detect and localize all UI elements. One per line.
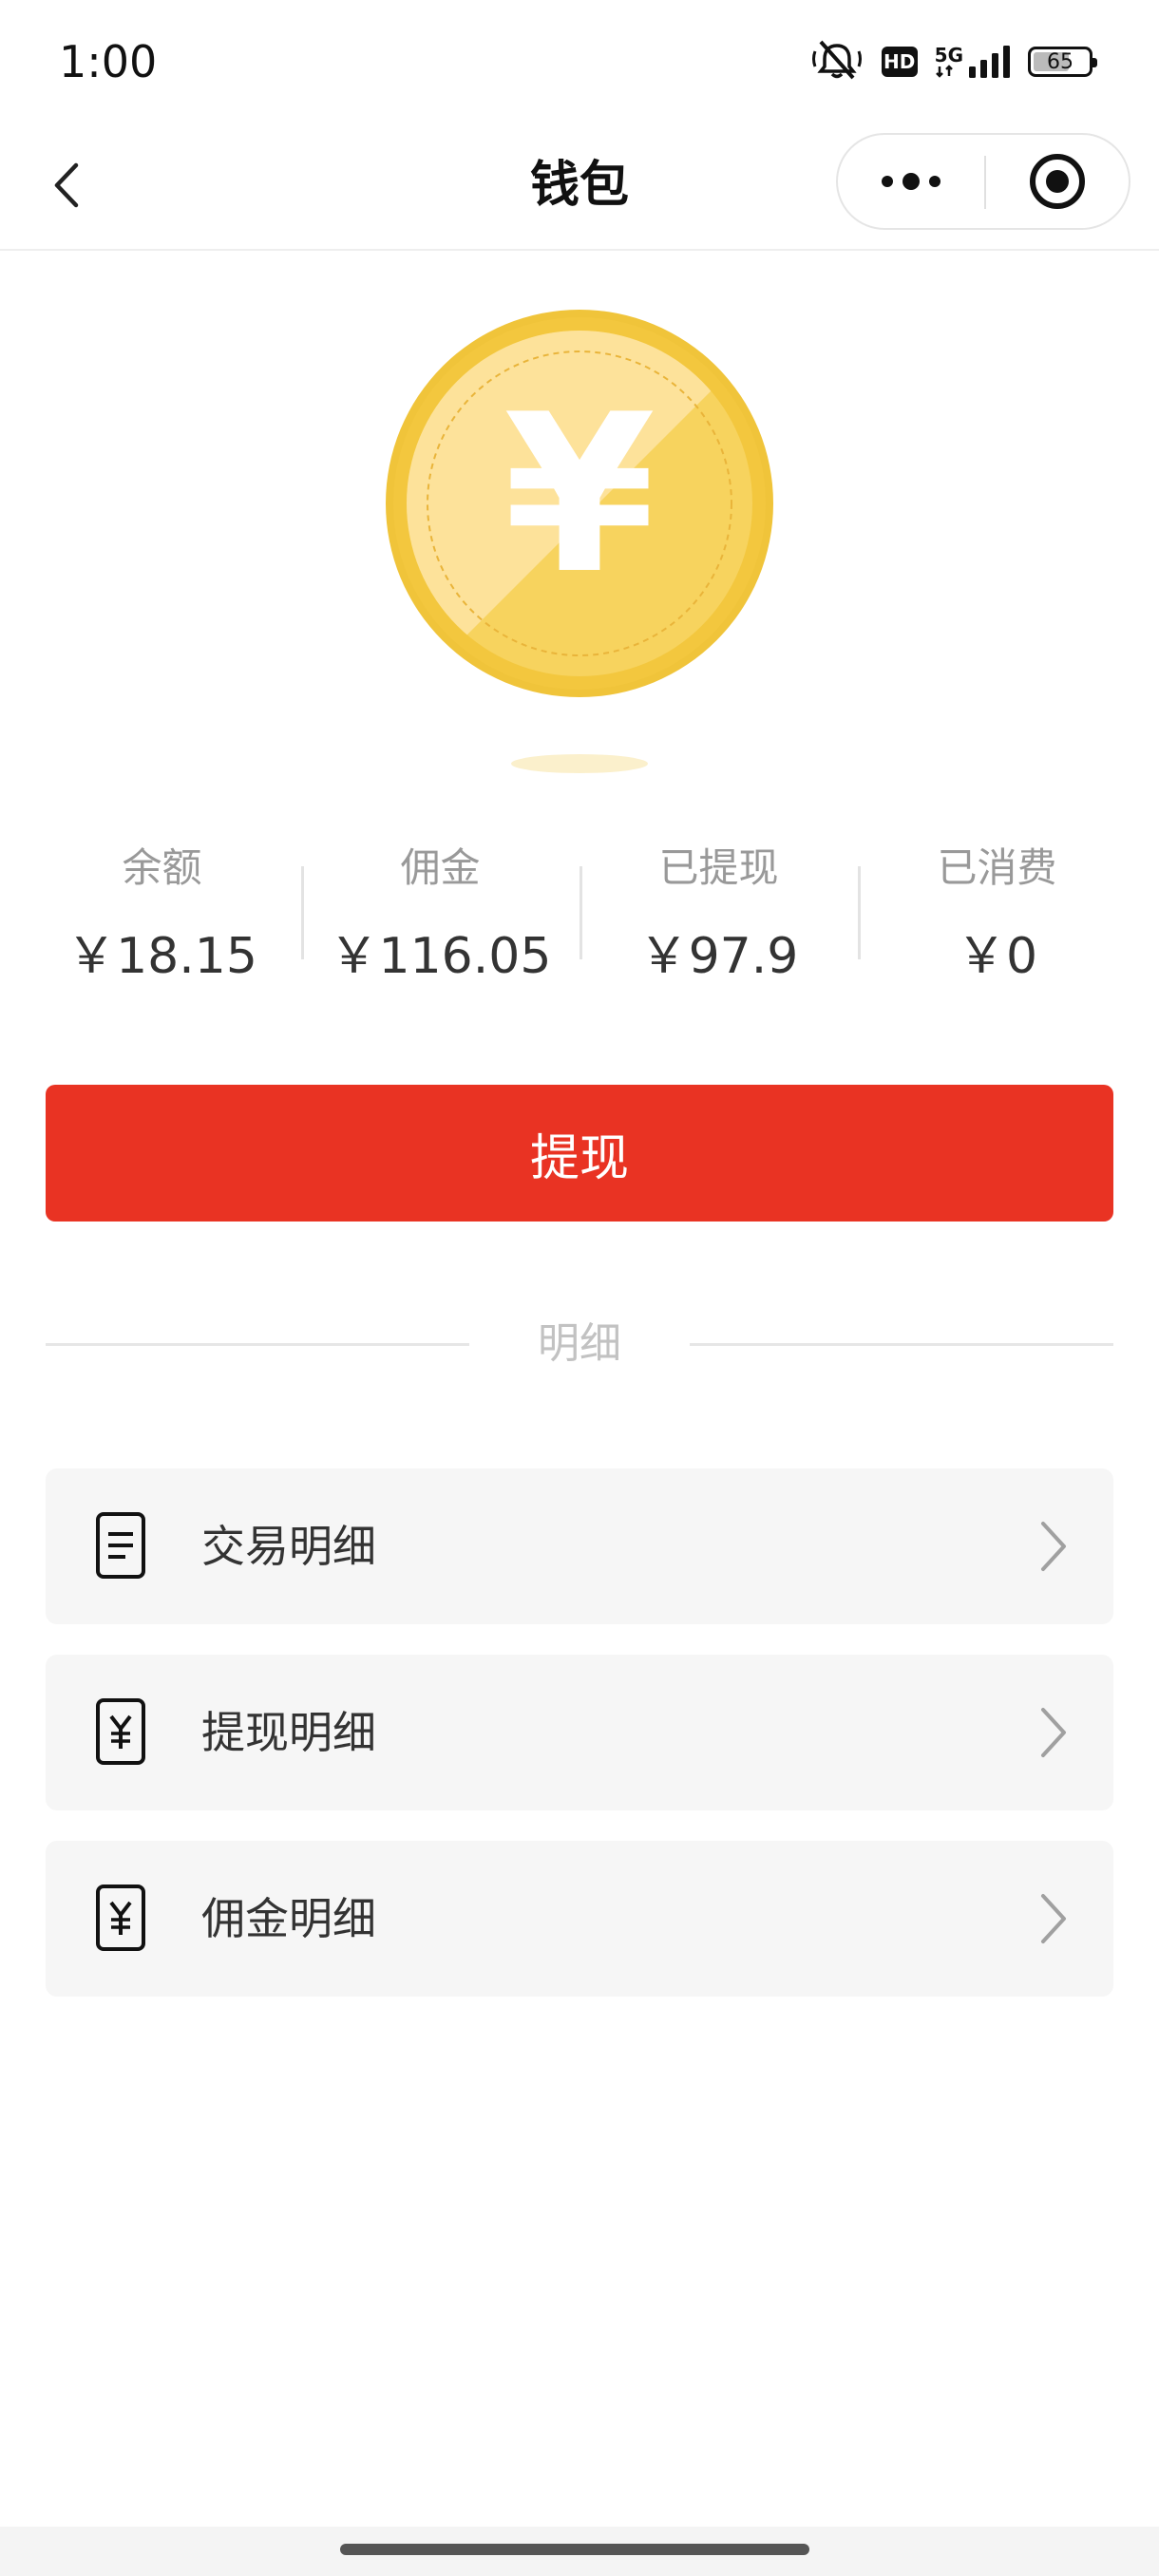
details-section-header: 明细: [46, 1311, 1113, 1377]
menu-item-transaction-details[interactable]: 交易明细: [46, 1468, 1113, 1624]
stat-label: 余额: [122, 844, 202, 891]
wallet-stats: 余额 ￥18.15 佣金 ￥116.05 已提现 ￥97.9 已消费 ￥0: [23, 836, 1136, 997]
chevron-right-icon: [1041, 1522, 1066, 1571]
coin-illustration: ¥: [380, 304, 779, 779]
wallet-page: 1:00 HD 5G 65 钱包 ¥ 余额 ￥18.15 佣金 ￥116.05 …: [0, 0, 1159, 2576]
stat-value: ￥116.05: [329, 928, 552, 985]
stat-value: ￥0: [956, 928, 1038, 985]
stat-value: ￥97.9: [638, 928, 799, 985]
stat-withdrawn: 已提现 ￥97.9: [580, 836, 858, 997]
target-icon: [1030, 154, 1085, 209]
battery-level: 65: [1047, 49, 1074, 74]
navigation-bar: 钱包: [0, 123, 1159, 251]
close-mini-program-button[interactable]: [986, 135, 1129, 228]
home-indicator[interactable]: [340, 2544, 809, 2555]
yuan-coin-icon: ¥: [386, 310, 773, 697]
chevron-right-icon: [1041, 1894, 1066, 1943]
menu-item-label: 交易明细: [201, 1521, 376, 1572]
more-dots-icon: [882, 173, 940, 190]
details-menu: 交易明细 提现明细 佣金明细: [46, 1468, 1113, 2027]
status-bar: 1:00 HD 5G 65: [0, 0, 1159, 123]
stat-label: 已提现: [658, 844, 779, 891]
coin-shadow: [511, 754, 648, 773]
more-button[interactable]: [838, 135, 984, 228]
mute-icon: [809, 38, 864, 85]
signal-icon: 5G: [935, 46, 1011, 78]
coin-symbol: ¥: [504, 369, 656, 622]
menu-item-label: 提现明细: [201, 1707, 376, 1758]
document-icon: [96, 1512, 145, 1579]
stat-label: 已消费: [937, 844, 1057, 891]
stat-value: ￥18.15: [66, 928, 257, 985]
battery-icon: 65: [1028, 47, 1097, 77]
status-icons: HD 5G 65: [809, 38, 1097, 85]
status-time: 1:00: [59, 36, 158, 87]
stat-label: 佣金: [400, 844, 481, 891]
menu-item-commission-details[interactable]: 佣金明细: [46, 1841, 1113, 1997]
mini-program-capsule: [836, 133, 1130, 230]
divider-line: [690, 1343, 1113, 1346]
stat-balance: 余额 ￥18.15: [23, 836, 301, 997]
menu-item-withdrawal-details[interactable]: 提现明细: [46, 1655, 1113, 1810]
withdraw-button[interactable]: 提现: [46, 1085, 1113, 1222]
hd-badge: HD: [881, 47, 918, 77]
stat-commission: 佣金 ￥116.05: [301, 836, 580, 997]
yuan-document-icon: [96, 1885, 145, 1951]
network-label: 5G: [934, 44, 963, 66]
stat-consumed: 已消费 ￥0: [858, 836, 1136, 997]
chevron-right-icon: [1041, 1708, 1066, 1757]
yuan-document-icon: [96, 1698, 145, 1765]
menu-item-label: 佣金明细: [201, 1893, 376, 1944]
